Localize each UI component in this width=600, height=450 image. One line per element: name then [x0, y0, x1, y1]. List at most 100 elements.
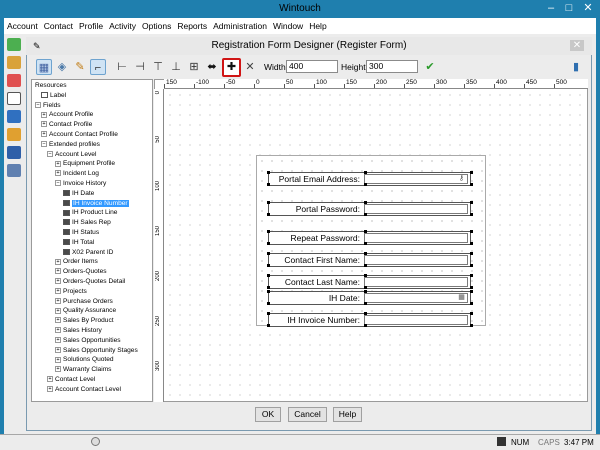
checklist-icon[interactable] — [7, 92, 21, 105]
tree-item[interactable]: + Contact Level — [47, 375, 95, 384]
minimize-button[interactable]: – — [544, 2, 558, 14]
tree-item[interactable]: + Purchase Orders — [55, 297, 113, 306]
form-field-row[interactable]: Repeat Password: — [267, 230, 473, 245]
resize-handle[interactable] — [364, 201, 367, 204]
tree-item[interactable]: + Sales Opportunities — [55, 336, 121, 345]
expand-icon[interactable]: + — [55, 356, 61, 363]
expand-icon[interactable]: + — [55, 337, 61, 344]
tree-item[interactable]: + Account Profile — [41, 110, 93, 119]
resize-handle[interactable] — [267, 230, 270, 233]
expand-icon[interactable]: + — [41, 131, 47, 138]
form-field-input[interactable] — [364, 233, 468, 243]
expand-icon[interactable]: + — [55, 288, 61, 295]
tree-item[interactable]: + Solutions Quoted — [55, 355, 114, 364]
collapse-icon[interactable]: − — [47, 150, 53, 157]
expand-icon[interactable]: + — [41, 121, 47, 128]
resize-handle[interactable] — [470, 183, 473, 186]
resize-handle[interactable] — [364, 274, 367, 277]
pointer-icon[interactable]: ⌐ — [90, 59, 106, 75]
close-button[interactable]: ✕ — [581, 2, 595, 14]
resize-handle[interactable] — [470, 274, 473, 277]
tree-item[interactable]: + Account Contact Level — [47, 385, 121, 394]
resize-handle[interactable] — [267, 213, 270, 216]
resize-handle[interactable] — [364, 252, 367, 255]
resize-handle[interactable] — [470, 324, 473, 327]
form-field-input[interactable]: ⚷ — [364, 174, 468, 184]
resize-handle[interactable] — [364, 242, 367, 245]
collapse-icon[interactable]: − — [35, 101, 41, 108]
form-field-row[interactable]: Portal Password: — [267, 201, 473, 216]
resize-handle[interactable] — [267, 312, 270, 315]
tree-item[interactable]: IH Sales Rep — [63, 218, 111, 227]
menu-contact[interactable]: Contact — [44, 21, 73, 31]
form-field-input[interactable] — [364, 204, 468, 214]
form-field-input[interactable] — [364, 255, 468, 265]
tree-item[interactable]: + Contact Profile — [41, 120, 92, 129]
apply-check-icon[interactable]: ✔ — [422, 59, 438, 75]
resize-handle[interactable] — [470, 171, 473, 174]
tree-item[interactable]: + Account Contact Profile — [41, 130, 118, 139]
dialog-close-button[interactable]: ✕ — [570, 40, 584, 51]
tree-item[interactable]: + Warranty Claims — [55, 365, 111, 374]
resize-handle[interactable] — [470, 286, 473, 289]
tree-item[interactable]: Label — [41, 91, 66, 100]
report-icon[interactable] — [7, 128, 21, 141]
help-button[interactable]: Help — [333, 407, 362, 422]
tree-item[interactable]: IH Date — [63, 189, 94, 198]
tree-item[interactable]: + Sales History — [55, 326, 102, 335]
resize-handle[interactable] — [364, 183, 367, 186]
document-icon[interactable] — [7, 164, 21, 177]
resize-handle[interactable] — [267, 286, 270, 289]
tree-item[interactable]: + Orders-Quotes Detail — [55, 277, 125, 286]
resize-handle[interactable] — [470, 242, 473, 245]
resize-handle[interactable] — [267, 252, 270, 255]
align-center-icon[interactable]: ⊞ — [186, 59, 202, 75]
resize-handle[interactable] — [470, 252, 473, 255]
resize-handle[interactable] — [364, 264, 367, 267]
resize-handle[interactable] — [364, 213, 367, 216]
tag-icon[interactable]: ◈ — [54, 59, 70, 75]
menu-administration[interactable]: Administration — [213, 21, 267, 31]
resize-handle[interactable] — [267, 274, 270, 277]
align-bottom-icon[interactable]: ⊥ — [168, 59, 184, 75]
tree-item[interactable]: + Orders-Quotes — [55, 267, 107, 276]
menu-profile[interactable]: Profile — [79, 21, 103, 31]
collapse-icon[interactable]: − — [55, 180, 61, 187]
trash-icon[interactable]: ▮ — [568, 59, 584, 75]
resize-handle[interactable] — [267, 201, 270, 204]
resize-handle[interactable] — [470, 213, 473, 216]
folder-icon[interactable] — [7, 56, 21, 69]
tree-item[interactable]: + Incident Log — [55, 169, 99, 178]
maximize-button[interactable]: □ — [562, 2, 576, 14]
resize-handle[interactable] — [470, 290, 473, 293]
calendar-icon[interactable] — [7, 74, 21, 87]
resize-handle[interactable] — [267, 171, 270, 174]
resize-handle[interactable] — [364, 302, 367, 305]
resize-handle[interactable] — [364, 286, 367, 289]
expand-icon[interactable]: + — [55, 258, 61, 265]
width-input[interactable]: 400 — [286, 60, 338, 73]
resize-handle[interactable] — [267, 264, 270, 267]
edit-icon[interactable]: ✎ — [72, 59, 88, 75]
form-field-row[interactable]: IH Invoice Number: — [267, 312, 473, 327]
resize-handle[interactable] — [267, 290, 270, 293]
expand-icon[interactable]: + — [55, 160, 61, 167]
resize-handle[interactable] — [364, 171, 367, 174]
expand-icon[interactable]: + — [55, 307, 61, 314]
calendar-icon[interactable]: ▦ — [457, 294, 466, 302]
expand-icon[interactable]: + — [55, 317, 61, 324]
resize-handle[interactable] — [470, 312, 473, 315]
menu-window[interactable]: Window — [273, 21, 303, 31]
height-input[interactable]: 300 — [366, 60, 418, 73]
tree-item[interactable]: − Account Level — [47, 150, 96, 159]
align-right-icon[interactable]: ⊣ — [132, 59, 148, 75]
form-field-row[interactable]: Contact Last Name: — [267, 274, 473, 289]
menu-account[interactable]: Account — [7, 21, 38, 31]
same-width-icon[interactable]: ⬌ — [204, 59, 220, 75]
expand-icon[interactable]: + — [55, 297, 61, 304]
form-field-input[interactable]: ▦ — [364, 293, 468, 303]
grid-icon[interactable] — [7, 110, 21, 123]
tree-item[interactable]: IH Total — [63, 238, 94, 247]
resize-handle[interactable] — [364, 290, 367, 293]
tree-item[interactable]: + Sales By Product — [55, 316, 114, 325]
